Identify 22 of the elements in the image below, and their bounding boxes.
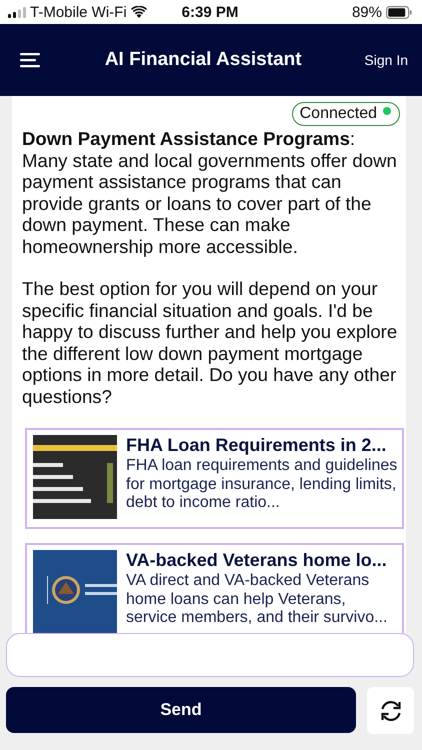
link-title: VA-backed Veterans home lo...: [126, 550, 388, 571]
battery-icon: [386, 6, 412, 18]
message-paragraph: Down Payment Assistance Programs: Many state and local governments offer down payment assistance programs that can provide grants or loans to cover part of the down payment. These can make homeownership more accessible.: [22, 128, 398, 257]
clock-time: 6:39 PM: [182, 4, 238, 20]
link-description: VA direct and VA-backed Veterans home loans can help Veterans, service members, and their survivo...: [126, 572, 388, 628]
wifi-icon: [130, 6, 147, 18]
link-card[interactable]: FHA Loan Requirements in 2... FHA loan requirements and guidelines for mortgage insurance, lending limits, debt to income ratio...: [25, 428, 404, 529]
link-card[interactable]: VA-backed Veterans home lo... VA direct and VA-backed Veterans home loans can help Veterans, service members, and their survivo...: [25, 543, 404, 633]
link-description: FHA loan requirements and guidelines for mortgage insurance, lending limits, debt to income ratio...: [126, 457, 398, 512]
carrier-name: T-Mobile Wi-Fi: [30, 4, 127, 20]
sign-in-link[interactable]: Sign In: [364, 52, 408, 68]
refresh-button[interactable]: [367, 687, 414, 734]
message-input[interactable]: [6, 633, 414, 677]
battery-percent: 89%: [352, 4, 382, 20]
link-title: FHA Loan Requirements in 2...: [126, 435, 388, 456]
send-button[interactable]: Send: [6, 687, 356, 733]
connection-label: Connected: [300, 105, 377, 122]
menu-icon[interactable]: [20, 52, 42, 68]
message-paragraph: The best option for you will depend on your specific financial situation and goals. I'd be happy to discuss further and help you explore the different low down payment mortgage options in more detail. Do you have any other questions?: [22, 278, 398, 407]
refresh-icon: [378, 700, 402, 722]
app-title: AI Financial Assistant: [104, 49, 302, 71]
signal-icon: [8, 6, 26, 18]
